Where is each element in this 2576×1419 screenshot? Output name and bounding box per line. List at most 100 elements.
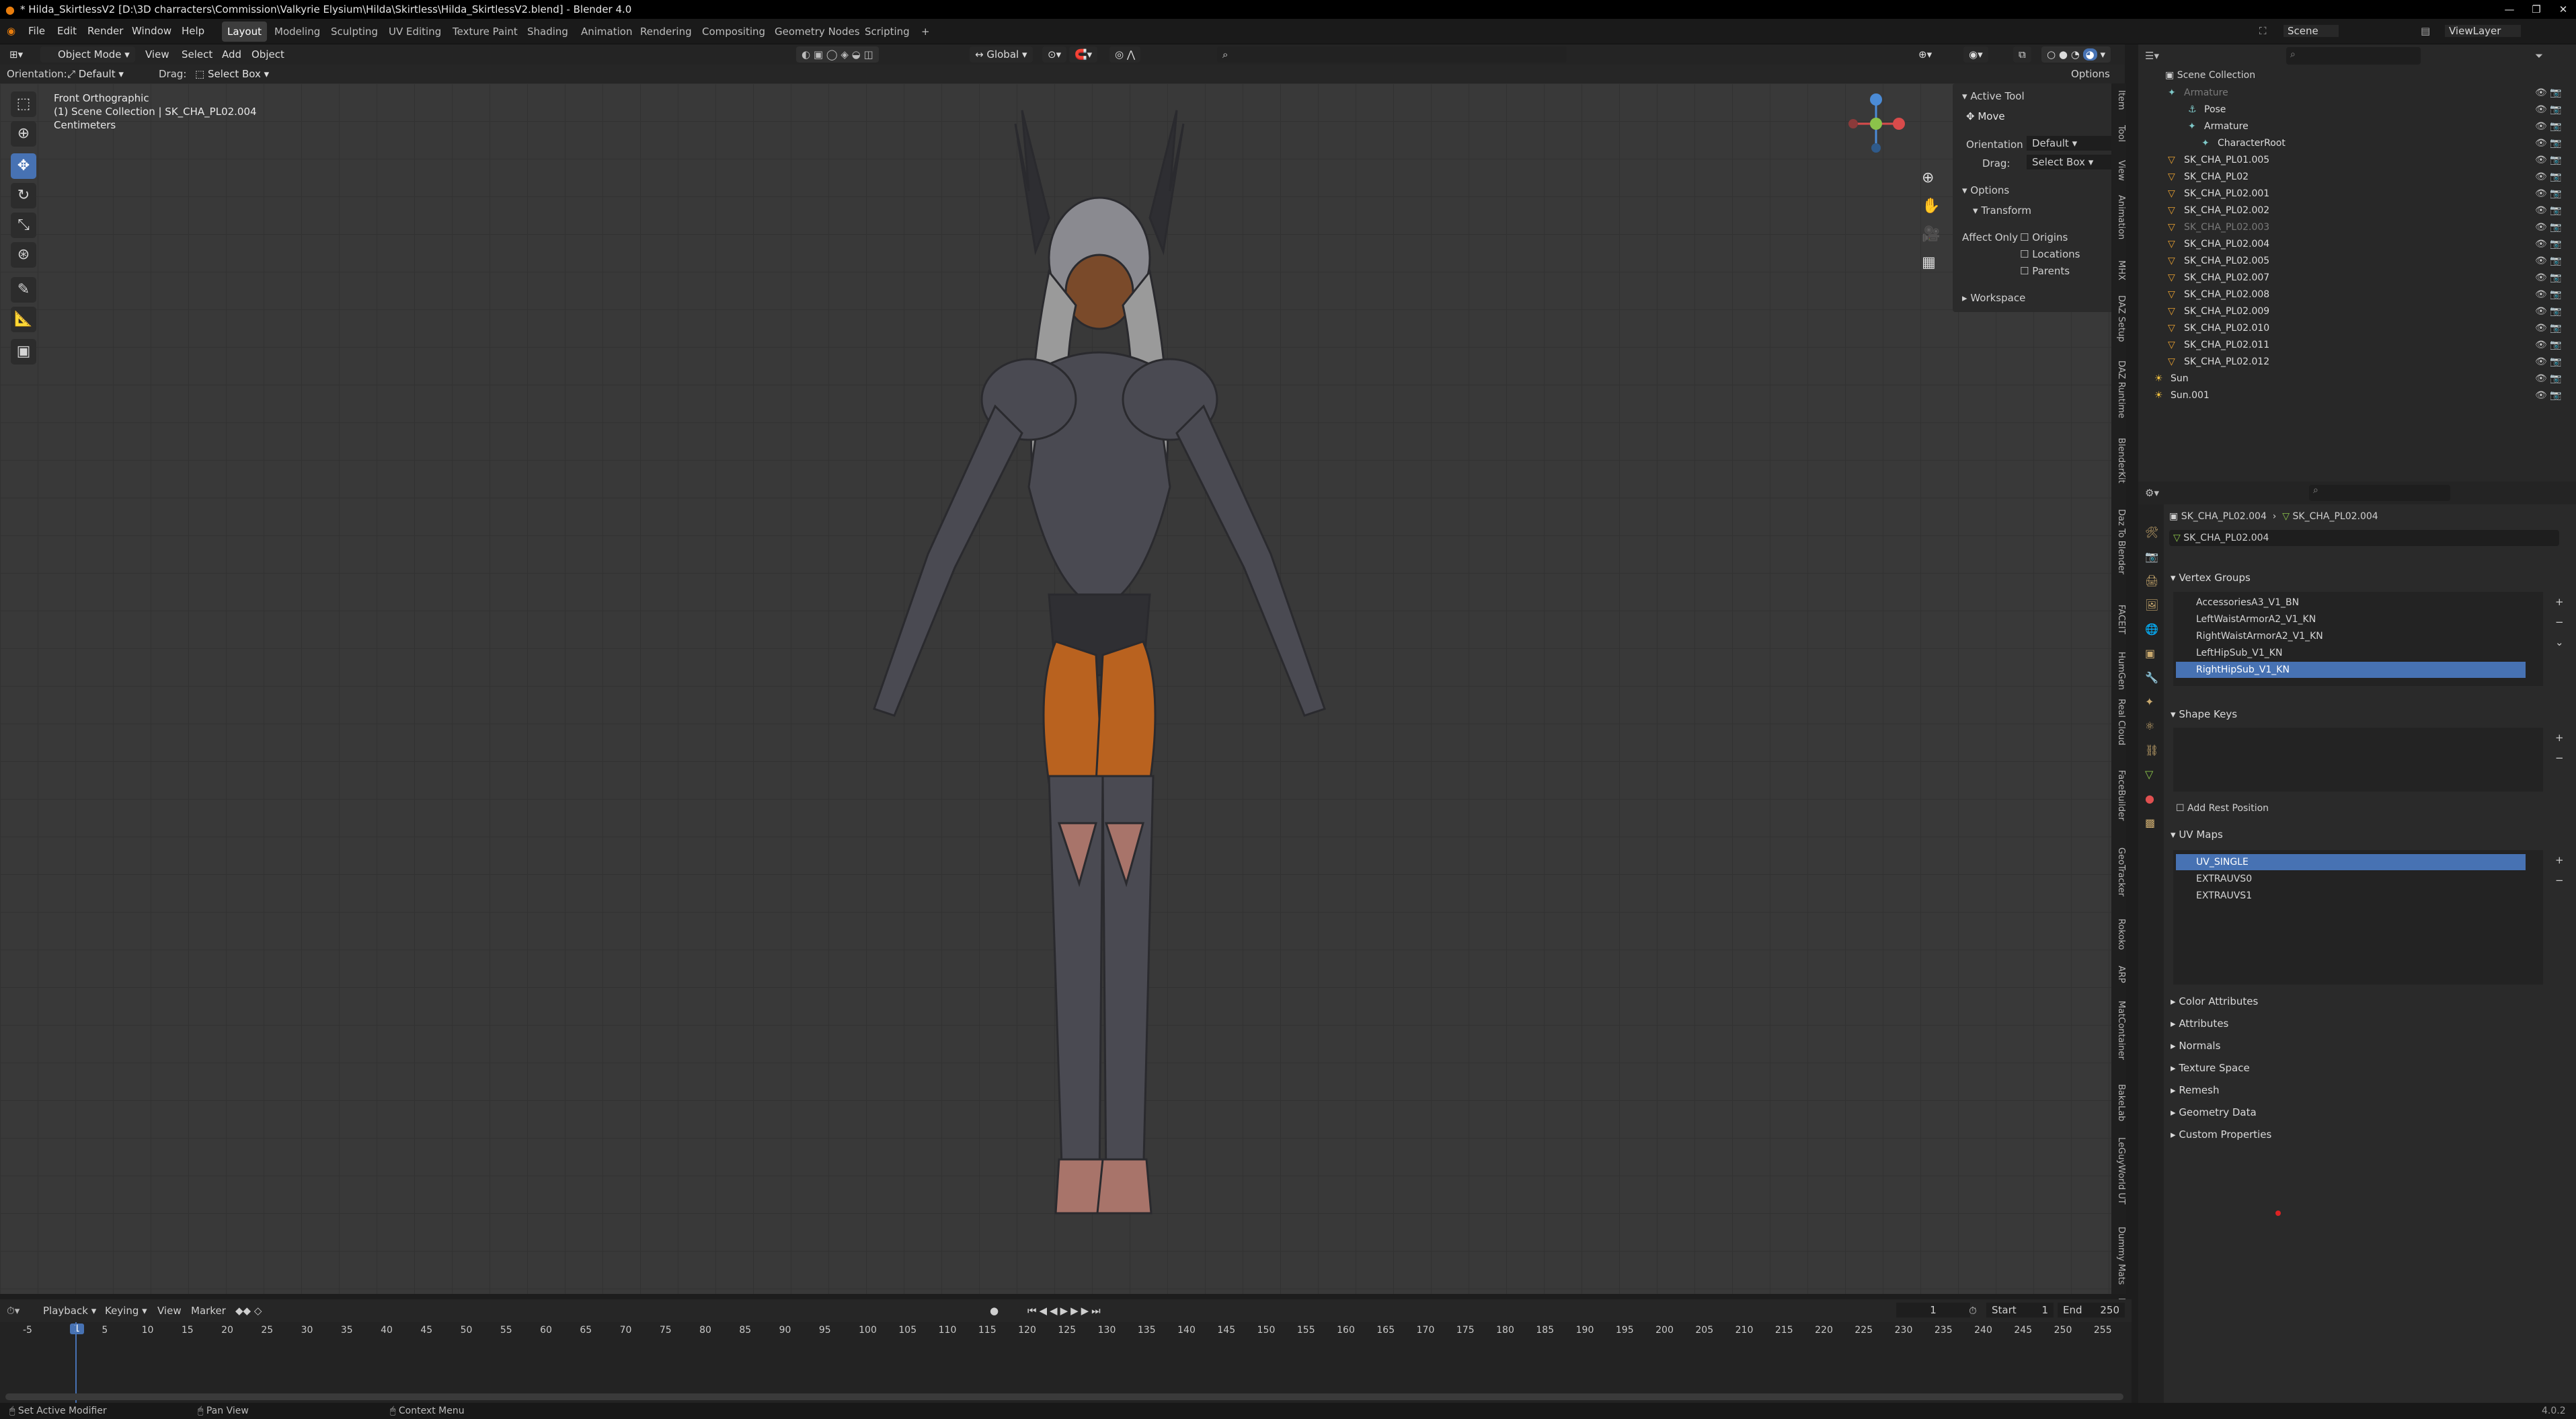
menu-file[interactable]: File bbox=[28, 25, 45, 37]
shape-keys-header[interactable]: ▾ Shape Keys bbox=[2171, 708, 2237, 720]
annotate-icon[interactable]: ✎ bbox=[11, 277, 36, 303]
tab-uv-editing[interactable]: UV Editing bbox=[383, 22, 446, 42]
scale-icon[interactable]: ⤡ bbox=[11, 213, 36, 238]
side-tab-18[interactable]: LeGuyWorld UT bbox=[2111, 1137, 2126, 1204]
timeline-scrollbar[interactable] bbox=[5, 1393, 2123, 1400]
side-tab-2[interactable]: View bbox=[2111, 160, 2126, 181]
visibility-toggle-icon[interactable]: 👁 📷 bbox=[2535, 356, 2562, 367]
side-tab-17[interactable]: BakeLab bbox=[2111, 1084, 2126, 1121]
visibility-toggle-icon[interactable]: 👁 📷 bbox=[2535, 171, 2562, 182]
visibility-toggle-icon[interactable]: 👁 📷 bbox=[2535, 121, 2562, 132]
vertex-group-item[interactable]: RightWaistArmorA2_V1_KN bbox=[2176, 628, 2526, 644]
visibility-toggle-icon[interactable]: 👁 📷 bbox=[2535, 272, 2562, 283]
active-tool-header[interactable]: ▾ Active Tool bbox=[1962, 90, 2025, 102]
locations-checkbox[interactable]: ☐ Locations bbox=[2020, 248, 2080, 260]
vertex-group-item[interactable]: RightHipSub_V1_KN bbox=[2176, 662, 2526, 678]
vertex-group-specials-icon[interactable]: ⌄ bbox=[2555, 632, 2564, 652]
side-tab-14[interactable]: Rokoko bbox=[2111, 919, 2126, 950]
outliner-item[interactable]: ▽ SK_CHA_PL02.004 👁 📷 bbox=[2138, 236, 2576, 253]
outliner-root[interactable]: ▣ Scene Collection bbox=[2165, 70, 2255, 81]
collapsed-section-header[interactable]: ▸ Custom Properties bbox=[2171, 1128, 2271, 1141]
visibility-toggle-icon[interactable]: 👁 📷 bbox=[2535, 222, 2562, 233]
camera-icon[interactable]: 🎥 bbox=[1922, 221, 1940, 249]
menu-help[interactable]: Help bbox=[182, 25, 204, 37]
side-tab-4[interactable]: MHX bbox=[2111, 260, 2126, 280]
parents-checkbox[interactable]: ☐ Parents bbox=[2020, 265, 2070, 277]
remove-shape-key-icon[interactable]: − bbox=[2555, 748, 2564, 768]
tab-modeling[interactable]: Modeling bbox=[269, 22, 325, 42]
collapsed-section-header[interactable]: ▸ Color Attributes bbox=[2171, 995, 2258, 1007]
outliner-item[interactable]: ☀ Sun 👁 📷 bbox=[2138, 371, 2576, 387]
tab-rendering[interactable]: Rendering bbox=[635, 22, 697, 42]
viewlayer-selector[interactable]: ViewLayer bbox=[2445, 25, 2522, 37]
visibility-toggle-icon[interactable]: 👁 📷 bbox=[2535, 188, 2562, 199]
collapsed-section-header[interactable]: ▸ Normals bbox=[2171, 1040, 2220, 1052]
options-header[interactable]: ▾ Options bbox=[1962, 184, 2009, 196]
npanel-orientation-selector[interactable]: Default ▾ bbox=[2027, 136, 2114, 151]
3d-viewport[interactable]: Front Orthographic (1) Scene Collection … bbox=[0, 83, 2121, 1294]
vertex-group-item[interactable]: LeftHipSub_V1_KN bbox=[2176, 645, 2526, 661]
outliner-item[interactable]: ☀ Sun.001 👁 📷 bbox=[2138, 387, 2576, 404]
visibility-toggle-icon[interactable]: 👁 📷 bbox=[2535, 138, 2562, 149]
orientation-selector[interactable]: ⤢ Default ▾ bbox=[67, 68, 124, 80]
side-tab-6[interactable]: DAZ Runtime bbox=[2111, 360, 2126, 418]
visibility-toggle-icon[interactable]: 👁 📷 bbox=[2535, 323, 2562, 334]
outliner-item[interactable]: ▽ SK_CHA_PL02.007 👁 📷 bbox=[2138, 270, 2576, 286]
visibility-toggle-icon[interactable]: 👁 📷 bbox=[2535, 155, 2562, 165]
visibility-toggle-icon[interactable]: 👁 📷 bbox=[2535, 373, 2562, 384]
shading-modes-icon[interactable]: ○ ● ◔ ◕ ▾ bbox=[2041, 46, 2111, 63]
tab-shading[interactable]: Shading bbox=[522, 22, 574, 42]
pan-hand-icon[interactable]: ✋ bbox=[1922, 192, 1940, 221]
grid-icon[interactable]: ▦ bbox=[1922, 249, 1940, 277]
side-tab-7[interactable]: BlenderKit bbox=[2111, 438, 2126, 484]
outliner-item[interactable]: ▽ SK_CHA_PL02.011 👁 📷 bbox=[2138, 337, 2576, 354]
tab-scripting[interactable]: Scripting bbox=[859, 22, 915, 42]
rotate-icon[interactable]: ↻ bbox=[11, 183, 36, 208]
overlay-toggle-icon[interactable]: ◉▾ bbox=[1963, 46, 1988, 63]
outliner-item[interactable]: ▽ SK_CHA_PL02.008 👁 📷 bbox=[2138, 286, 2576, 303]
zoom-icon[interactable]: ⊕ bbox=[1922, 164, 1940, 192]
side-tab-11[interactable]: Real Cloud bbox=[2111, 699, 2126, 745]
options-dropdown[interactable]: Options bbox=[2071, 68, 2110, 80]
drag-selector[interactable]: ⬚ Select Box ▾ bbox=[195, 68, 269, 80]
add-shape-key-icon[interactable]: + bbox=[2555, 728, 2564, 748]
menu-add[interactable]: Add bbox=[217, 46, 247, 63]
filter-icon[interactable]: ⏷ bbox=[2535, 50, 2543, 62]
property-tab-icons[interactable]: 🛠 📷 🖨 🖼 🌐 ▣ 🔧 ✦ ⚛ ⛓ ▽ ● ▩ bbox=[2145, 521, 2158, 835]
side-tab-12[interactable]: FaceBuilder bbox=[2111, 770, 2126, 820]
timeline-ruler[interactable]: -5 1 5 10 15 20 25 30 35 40 45 50 55 60 65 70 75 80 85 90 95… bbox=[0, 1299, 2132, 1406]
move-tool-icon[interactable]: ✥ bbox=[11, 153, 36, 179]
outliner-item[interactable]: ✦ CharacterRoot 👁 📷 bbox=[2138, 135, 2576, 152]
add-uv-map-icon[interactable]: + bbox=[2555, 850, 2564, 870]
mesh-data-name-field[interactable]: ▽ SK_CHA_PL02.004 bbox=[2169, 530, 2559, 546]
add-vertex-group-icon[interactable]: + bbox=[2555, 592, 2564, 612]
menu-select[interactable]: Select bbox=[176, 46, 218, 63]
visibility-toggle-icon[interactable]: 👁 📷 bbox=[2535, 289, 2562, 300]
properties-editor-icon[interactable]: ⚙▾ bbox=[2145, 487, 2159, 499]
side-tab-19[interactable]: Dummy Mats bbox=[2111, 1227, 2126, 1284]
side-tab-13[interactable]: GeoTracker bbox=[2111, 847, 2126, 896]
visibility-toggles-icon[interactable]: ◐ ▣ ◯ ◈ ◒ ◫ bbox=[796, 46, 879, 63]
pivot-icon[interactable]: ⊙▾ bbox=[1042, 46, 1067, 63]
menu-window[interactable]: Window bbox=[132, 25, 171, 37]
remove-vertex-group-icon[interactable]: − bbox=[2555, 612, 2564, 632]
outliner-item[interactable]: ▽ SK_CHA_PL02 👁 📷 bbox=[2138, 169, 2576, 186]
side-tab-16[interactable]: MatContainer bbox=[2111, 1001, 2126, 1060]
outliner-item[interactable]: ▽ SK_CHA_PL01.005 👁 📷 bbox=[2138, 152, 2576, 169]
add-workspace-icon[interactable]: + bbox=[916, 22, 935, 42]
proportional-edit-icon[interactable]: ◎ ⋀ bbox=[1109, 46, 1141, 63]
visibility-toggle-icon[interactable]: 👁 📷 bbox=[2535, 306, 2562, 317]
xray-icon[interactable]: ⧉ bbox=[2013, 46, 2031, 63]
scene-selector[interactable]: Scene bbox=[2284, 25, 2339, 37]
tab-geometry-nodes[interactable]: Geometry Nodes bbox=[769, 22, 865, 42]
outliner-item[interactable]: ✦ Armature 👁 📷 bbox=[2138, 118, 2576, 135]
close-icon[interactable]: ✕ bbox=[2550, 0, 2576, 19]
workspace-header[interactable]: ▸ Workspace bbox=[1962, 292, 2025, 304]
outliner-editor-icon[interactable]: ☰▾ bbox=[2145, 50, 2159, 62]
vertex-group-item[interactable]: AccessoriesA3_V1_BN bbox=[2176, 595, 2526, 611]
collapsed-section-header[interactable]: ▸ Geometry Data bbox=[2171, 1106, 2257, 1118]
visibility-toggle-icon[interactable]: 👁 📷 bbox=[2535, 239, 2562, 250]
character-model[interactable] bbox=[672, 83, 1513, 1294]
menu-render[interactable]: Render bbox=[87, 25, 123, 37]
npanel-drag-selector[interactable]: Select Box ▾ bbox=[2027, 155, 2114, 169]
